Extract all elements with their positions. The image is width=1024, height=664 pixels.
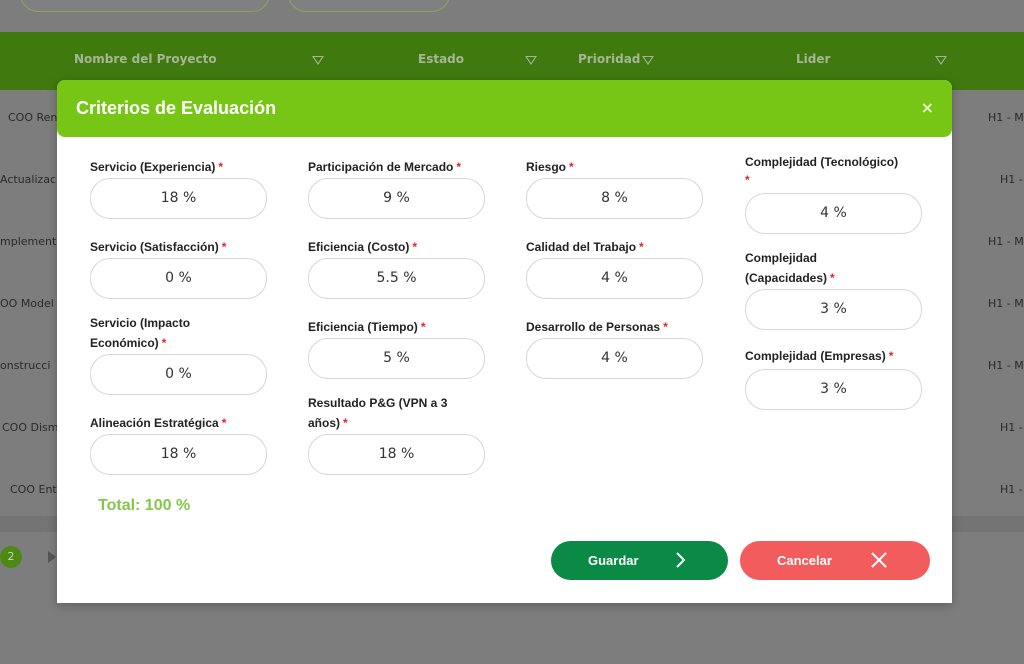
percentage-input[interactable]: 8 %	[526, 178, 703, 219]
field-eficiencia-tiempo: Eficiencia (Tiempo) * 5 %	[308, 317, 485, 379]
required-mark: *	[745, 173, 750, 187]
percentage-input[interactable]: 4 %	[526, 338, 703, 379]
modal-title: Criterios de Evaluación	[76, 98, 277, 118]
field-label: Riesgo	[526, 160, 567, 174]
field-label: Desarrollo de Personas	[526, 320, 661, 334]
percentage-input[interactable]: 9 %	[308, 178, 485, 219]
field-label: Participación de Mercado	[308, 160, 454, 174]
field-servicio-impacto: Servicio (Impacto Económico) * 0 %	[90, 313, 267, 395]
column-header-estado: Estado	[418, 52, 465, 66]
close-icon[interactable]: ×	[921, 98, 934, 117]
filter-icon	[312, 56, 324, 65]
field-label: Servicio (Experiencia)	[90, 160, 216, 174]
field-label: Alineación Estratégica	[90, 416, 219, 430]
cancel-button[interactable]: Cancelar	[740, 541, 930, 580]
percentage-input[interactable]: 3 %	[745, 289, 922, 330]
field-desarrollo-personas: Desarrollo de Personas * 4 %	[526, 317, 703, 379]
field-servicio-experiencia: Servicio (Experiencia) * 18 %	[90, 157, 267, 219]
field-complejidad-capacidades: Complejidad (Capacidades) * 3 %	[745, 248, 922, 330]
bg-button	[20, 0, 270, 12]
field-calidad-trabajo: Calidad del Trabajo * 4 %	[526, 237, 703, 299]
chevron-right-icon	[673, 550, 689, 573]
required-mark: *	[830, 271, 835, 285]
required-mark: *	[456, 160, 462, 174]
required-mark: *	[221, 416, 227, 430]
percentage-input[interactable]: 18 %	[308, 434, 485, 475]
filter-icon	[525, 56, 537, 65]
save-button[interactable]: Guardar	[551, 541, 728, 580]
required-mark: *	[412, 240, 418, 254]
percentage-input[interactable]: 0 %	[90, 258, 267, 299]
pagination-current-page[interactable]: 2	[0, 546, 22, 568]
required-mark: *	[221, 240, 227, 254]
field-label: Complejidad	[745, 251, 818, 265]
field-riesgo: Riesgo * 8 %	[526, 157, 703, 219]
required-mark: *	[343, 416, 348, 430]
percentage-input[interactable]: 5 %	[308, 338, 485, 379]
pagination-next-icon[interactable]	[48, 551, 56, 563]
column-header-prioridad: Prioridad	[578, 52, 641, 66]
field-eficiencia-costo: Eficiencia (Costo) * 5.5 %	[308, 237, 485, 299]
required-mark: *	[569, 160, 574, 174]
field-complejidad-tecnologico: Complejidad (Tecnológico) * 4 %	[745, 152, 925, 234]
percentage-input[interactable]: 4 %	[526, 258, 703, 299]
field-alineacion: Alineación Estratégica * 18 %	[90, 413, 267, 475]
field-label: Complejidad (Tecnológico)	[745, 155, 899, 169]
required-mark: *	[420, 320, 426, 334]
column-header-nombre: Nombre del Proyecto	[74, 52, 217, 66]
column-header-lider: Lider	[796, 52, 831, 66]
field-label-line2: Económico)	[90, 336, 159, 350]
percentage-input[interactable]: 0 %	[90, 354, 267, 395]
field-participacion: Participación de Mercado * 9 %	[308, 157, 485, 219]
field-label: Resultado P&G (VPN a 3	[308, 396, 448, 410]
required-mark: *	[639, 240, 644, 254]
field-label: Eficiencia (Costo)	[308, 240, 410, 254]
percentage-input[interactable]: 3 %	[745, 369, 922, 410]
close-x-icon	[869, 550, 889, 573]
filter-icon	[642, 56, 654, 65]
modal-header: Criterios de Evaluación ×	[57, 80, 952, 137]
field-label-line2: años)	[308, 416, 341, 430]
field-label: Eficiencia (Tiempo)	[308, 320, 418, 334]
total-percentage: Total: 100 %	[98, 497, 191, 514]
percentage-input[interactable]: 4 %	[745, 193, 922, 234]
required-mark: *	[663, 320, 668, 334]
field-label: Servicio (Satisfacción)	[90, 240, 219, 254]
field-servicio-satisfaccion: Servicio (Satisfacción) * 0 %	[90, 237, 267, 299]
percentage-input[interactable]: 18 %	[90, 434, 267, 475]
save-button-label: Guardar	[588, 553, 639, 568]
bg-button	[288, 0, 450, 12]
field-complejidad-empresas: Complejidad (Empresas) * 3 %	[745, 346, 922, 410]
field-label: Servicio (Impacto	[90, 316, 191, 330]
cancel-button-label: Cancelar	[777, 553, 832, 568]
field-label-line2: (Capacidades)	[745, 271, 828, 285]
filter-icon	[935, 56, 947, 65]
percentage-input[interactable]: 18 %	[90, 178, 267, 219]
field-label: Calidad del Trabajo	[526, 240, 637, 254]
required-mark: *	[161, 336, 167, 350]
percentage-input[interactable]: 5.5 %	[308, 258, 485, 299]
field-label: Complejidad (Empresas)	[745, 349, 886, 363]
required-mark: *	[888, 349, 894, 363]
field-resultado-pg: Resultado P&G (VPN a 3 años) * 18 %	[308, 393, 485, 475]
required-mark: *	[218, 160, 224, 174]
